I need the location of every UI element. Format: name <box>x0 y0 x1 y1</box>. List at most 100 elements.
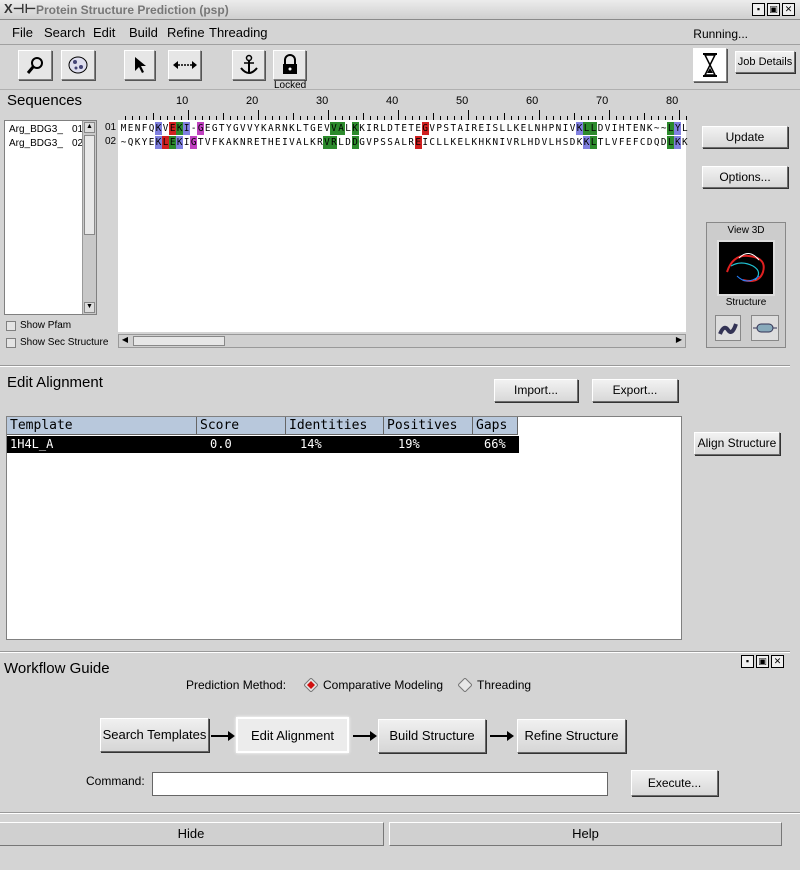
scroll-left-icon[interactable]: ◀ <box>119 335 131 347</box>
workflow-close-button[interactable]: ✕ <box>771 655 784 668</box>
residue: E <box>169 136 177 149</box>
column-header-gaps[interactable]: Gaps <box>473 417 518 435</box>
flow-arrow-icon <box>353 731 377 741</box>
anchor-icon <box>239 54 258 74</box>
threading-radio[interactable] <box>457 677 473 693</box>
hscroll-thumb[interactable] <box>133 336 225 346</box>
menu-build[interactable]: Build <box>129 25 158 40</box>
menu-edit[interactable]: Edit <box>93 25 115 40</box>
command-input[interactable] <box>152 772 608 796</box>
ruler-tick <box>636 116 638 120</box>
residue: K <box>232 137 239 148</box>
residue: T <box>450 123 457 134</box>
residue: A <box>225 137 232 148</box>
scroll-thumb[interactable] <box>84 135 95 235</box>
cylinder-view-button[interactable] <box>751 315 779 341</box>
edit-alignment-step-button[interactable]: Edit Alignment <box>236 717 349 753</box>
residue: E <box>632 123 639 134</box>
column-header-template[interactable]: Template <box>7 417 197 435</box>
ruler-tick <box>187 110 189 120</box>
comparative-modeling-label[interactable]: Comparative Modeling <box>323 678 443 692</box>
residue: D <box>597 123 604 134</box>
search-templates-step-button[interactable]: Search Templates <box>100 718 209 752</box>
update-button[interactable]: Update <box>702 126 788 148</box>
hourglass-icon <box>703 53 717 77</box>
ruler-tick <box>222 113 224 120</box>
threading-label[interactable]: Threading <box>477 678 531 692</box>
hide-button[interactable]: Hide <box>0 822 384 846</box>
residue: E <box>127 123 134 134</box>
comparative-modeling-radio[interactable] <box>303 677 319 693</box>
select-tool-button[interactable] <box>124 50 155 80</box>
residue: S <box>380 137 386 148</box>
minimize-button[interactable]: ▪ <box>752 3 765 16</box>
job-status-button[interactable] <box>693 48 727 82</box>
menu-bar: File Search Edit Build Refine Threading … <box>0 20 800 45</box>
maximize-button[interactable]: ▣ <box>767 3 780 16</box>
residue: P <box>373 137 379 148</box>
sequence-list-scrollbar[interactable]: ▲ ▼ <box>82 121 96 314</box>
show-pfam-checkbox[interactable] <box>6 321 16 331</box>
show-pfam-label: Show Pfam <box>20 320 72 331</box>
residue: I <box>485 123 492 134</box>
scroll-down-icon[interactable]: ▼ <box>84 302 95 313</box>
templates-table[interactable]: Template Score Identities Positives Gaps… <box>6 416 682 640</box>
show-sec-structure-checkbox[interactable] <box>6 338 16 348</box>
import-button[interactable]: Import... <box>494 379 578 402</box>
ruler-tick <box>580 116 582 120</box>
menu-search[interactable]: Search <box>44 25 85 40</box>
sequence-name[interactable]: Arg_BDG3_ <box>9 124 63 135</box>
align-structure-button[interactable]: Align Structure <box>694 432 780 455</box>
menu-file[interactable]: File <box>12 25 33 40</box>
lock-tool-button[interactable] <box>273 50 306 80</box>
ruler-tick <box>243 116 245 120</box>
move-tool-button[interactable] <box>168 50 201 80</box>
anchor-tool-button[interactable] <box>232 50 265 80</box>
scroll-right-icon[interactable]: ▶ <box>673 335 685 347</box>
refine-structure-step-button[interactable]: Refine Structure <box>517 719 626 753</box>
sequence-list[interactable]: Arg_BDG3_ 01 Arg_BDG3_ 02 ▲ ▼ <box>4 120 97 315</box>
ruler-label: 40 <box>386 95 399 107</box>
help-button[interactable]: Help <box>389 822 782 846</box>
ruler-tick <box>405 116 407 120</box>
residue: F <box>618 137 625 148</box>
residue: V <box>162 123 169 134</box>
ruler-tick <box>145 116 147 120</box>
protein-structure-icon <box>726 253 765 282</box>
workflow-maximize-button[interactable]: ▣ <box>756 655 769 668</box>
residue: F <box>632 137 639 148</box>
row-number: 01 <box>105 122 117 133</box>
build-structure-step-button[interactable]: Build Structure <box>378 719 486 753</box>
alignment-hscrollbar[interactable]: ◀ ▶ <box>118 334 686 348</box>
close-button[interactable]: ✕ <box>782 3 795 16</box>
ruler-tick <box>426 116 428 120</box>
residue: G <box>310 123 316 134</box>
options-button[interactable]: Options... <box>702 166 788 188</box>
ruler-tick <box>229 116 231 120</box>
export-button[interactable]: Export... <box>592 379 678 402</box>
sequence-name[interactable]: Arg_BDG3_ <box>9 138 63 149</box>
menu-refine[interactable]: Refine <box>167 25 205 40</box>
flow-arrow-icon <box>490 731 514 741</box>
search-tool-button[interactable] <box>18 50 52 80</box>
table-row[interactable]: 1H4L_A 0.0 14% 19% 66% <box>7 436 519 453</box>
helix-view-button[interactable] <box>715 315 741 341</box>
alignment-viewer[interactable]: 10 20 30 40 50 60 70 80 MENFQKVEKI-GEGTY… <box>118 92 688 332</box>
job-details-button[interactable]: Job Details <box>735 51 795 73</box>
molecule-tool-button[interactable] <box>61 50 95 80</box>
execute-button[interactable]: Execute... <box>631 770 718 796</box>
residue: K <box>485 137 492 148</box>
column-header-identities[interactable]: Identities <box>286 417 384 435</box>
scroll-up-icon[interactable]: ▲ <box>84 122 95 133</box>
residue: K <box>674 136 682 149</box>
ruler-tick <box>166 116 168 120</box>
column-header-positives[interactable]: Positives <box>384 417 473 435</box>
menu-threading[interactable]: Threading <box>209 25 268 40</box>
residue: Q <box>148 123 155 134</box>
residue: I <box>183 137 190 148</box>
workflow-minimize-button[interactable]: ▪ <box>741 655 754 668</box>
column-header-score[interactable]: Score <box>197 417 286 435</box>
structure-preview[interactable] <box>717 240 775 296</box>
residue: K <box>134 137 141 148</box>
residue: L <box>162 136 170 149</box>
